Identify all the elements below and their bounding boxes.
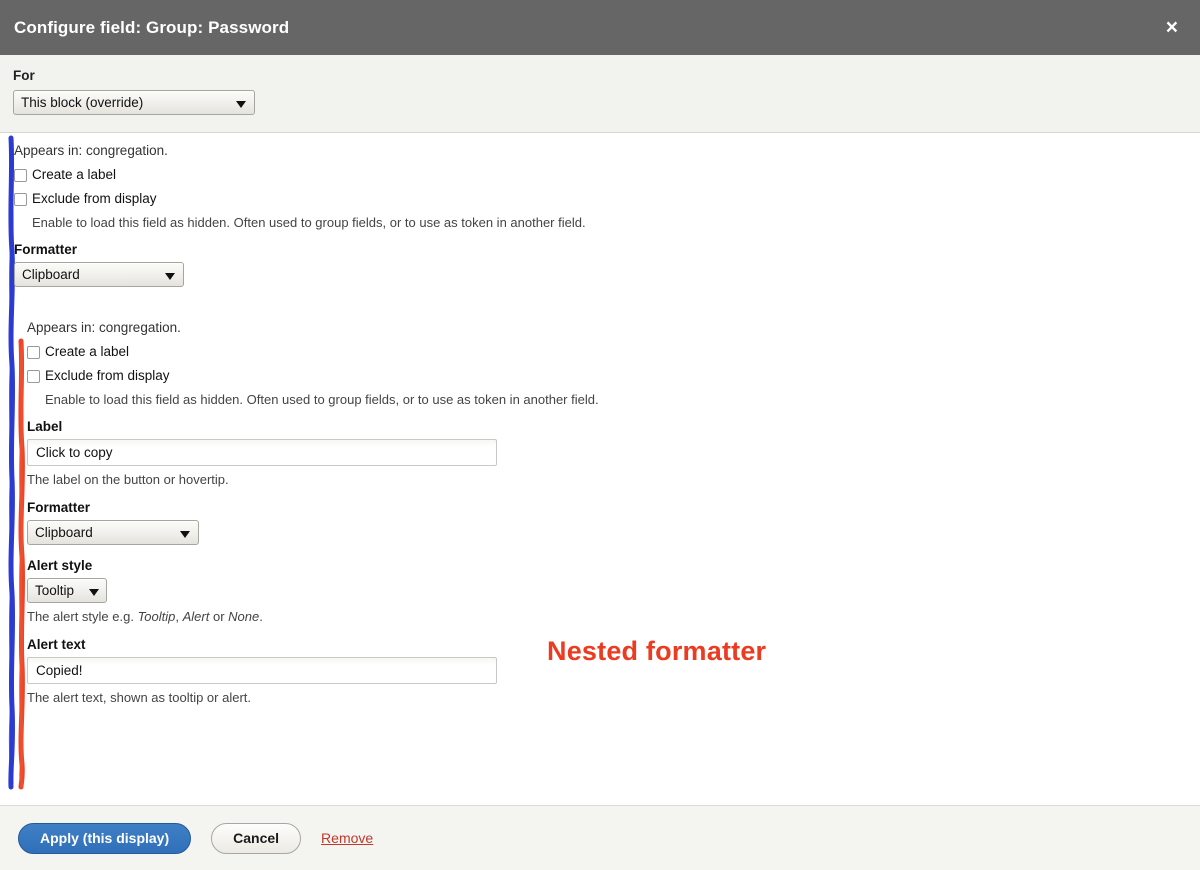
alert-style-option-tooltip: Tooltip	[137, 609, 176, 624]
alert-style-desc-prefix: The alert style e.g.	[27, 609, 138, 624]
nested-label-label: Label	[27, 419, 63, 434]
configure-field-dialog: Configure field: Group: Password × For T…	[0, 0, 1200, 870]
nested-formatter-field: Formatter Clipboard	[27, 500, 1200, 545]
for-section: For This block (override)	[0, 55, 1200, 133]
nested-create-label-row[interactable]: Create a label	[27, 344, 1200, 359]
nested-appears-in-text: Appears in: congregation.	[27, 320, 181, 335]
chevron-down-icon	[236, 100, 246, 108]
nested-label-description: The label on the button or hovertip.	[27, 472, 229, 487]
outer-exclude-description: Enable to load this field as hidden. Oft…	[32, 215, 586, 230]
nested-formatter-label: Formatter	[27, 500, 91, 515]
nested-exclude-row[interactable]: Exclude from display	[27, 368, 1200, 383]
outer-exclude-row[interactable]: Exclude from display	[14, 191, 1200, 206]
for-label: For	[13, 68, 35, 83]
nested-alert-text-description: The alert text, shown as tooltip or aler…	[27, 690, 251, 705]
nested-alert-text-input[interactable]	[27, 657, 497, 684]
alert-style-sep-2: or	[209, 609, 229, 624]
nested-alert-style-label: Alert style	[27, 558, 93, 573]
nested-alert-style-select[interactable]: Tooltip	[27, 578, 107, 603]
nested-formatter-select[interactable]: Clipboard	[27, 520, 199, 545]
nested-alert-style-field: Alert style Tooltip The alert style e.g.…	[27, 558, 1200, 624]
outer-exclude-checkbox[interactable]	[14, 193, 27, 206]
outer-appears-in-text: Appears in: congregation.	[14, 143, 168, 158]
nested-exclude-description: Enable to load this field as hidden. Oft…	[45, 392, 599, 407]
outer-formatter-select[interactable]: Clipboard	[14, 262, 184, 287]
outer-exclude-text[interactable]: Exclude from display	[32, 191, 157, 206]
nested-exclude-text[interactable]: Exclude from display	[45, 368, 170, 383]
outer-create-label-checkbox[interactable]	[14, 169, 27, 182]
for-select-value: This block (override)	[21, 95, 144, 110]
nested-create-label-checkbox[interactable]	[27, 346, 40, 359]
close-icon[interactable]: ×	[1162, 15, 1182, 40]
nested-formatter-select-value: Clipboard	[35, 525, 93, 540]
chevron-down-icon	[180, 530, 190, 538]
nested-alert-style-description: The alert style e.g. Tooltip, Alert or N…	[27, 609, 1200, 624]
outer-formatter-select-value: Clipboard	[22, 267, 80, 282]
alert-style-sep-1: ,	[175, 609, 183, 624]
chevron-down-icon	[165, 272, 175, 280]
alert-style-option-none: None	[228, 609, 260, 624]
dialog-titlebar: Configure field: Group: Password ×	[0, 0, 1200, 55]
nested-create-label-text[interactable]: Create a label	[45, 344, 129, 359]
nested-label-input[interactable]	[27, 439, 497, 466]
cancel-button[interactable]: Cancel	[211, 822, 302, 854]
dialog-title: Configure field: Group: Password	[14, 17, 290, 37]
dialog-footer: Apply (this display) Cancel Remove	[0, 805, 1200, 870]
outer-formatter-field: Formatter Clipboard	[14, 242, 1200, 287]
nested-alert-style-select-value: Tooltip	[35, 583, 75, 598]
outer-create-label-row[interactable]: Create a label	[14, 167, 1200, 182]
remove-link[interactable]: Remove	[321, 830, 373, 846]
alert-style-desc-suffix: .	[259, 609, 263, 624]
nested-exclude-checkbox[interactable]	[27, 370, 40, 383]
for-select[interactable]: This block (override)	[13, 90, 255, 115]
outer-create-label-text[interactable]: Create a label	[32, 167, 116, 182]
outer-formatter-section: Appears in: congregation. Create a label…	[0, 133, 1200, 705]
dialog-body: Nested formatter Appears in: congregatio…	[0, 133, 1200, 805]
nested-label-field: Label The label on the button or hoverti…	[27, 419, 1200, 487]
apply-button[interactable]: Apply (this display)	[18, 822, 192, 854]
nested-formatter-callout-text: Nested formatter	[547, 636, 767, 666]
outer-formatter-label: Formatter	[14, 242, 78, 257]
chevron-down-icon	[89, 588, 99, 596]
alert-style-option-alert: Alert	[182, 609, 210, 624]
